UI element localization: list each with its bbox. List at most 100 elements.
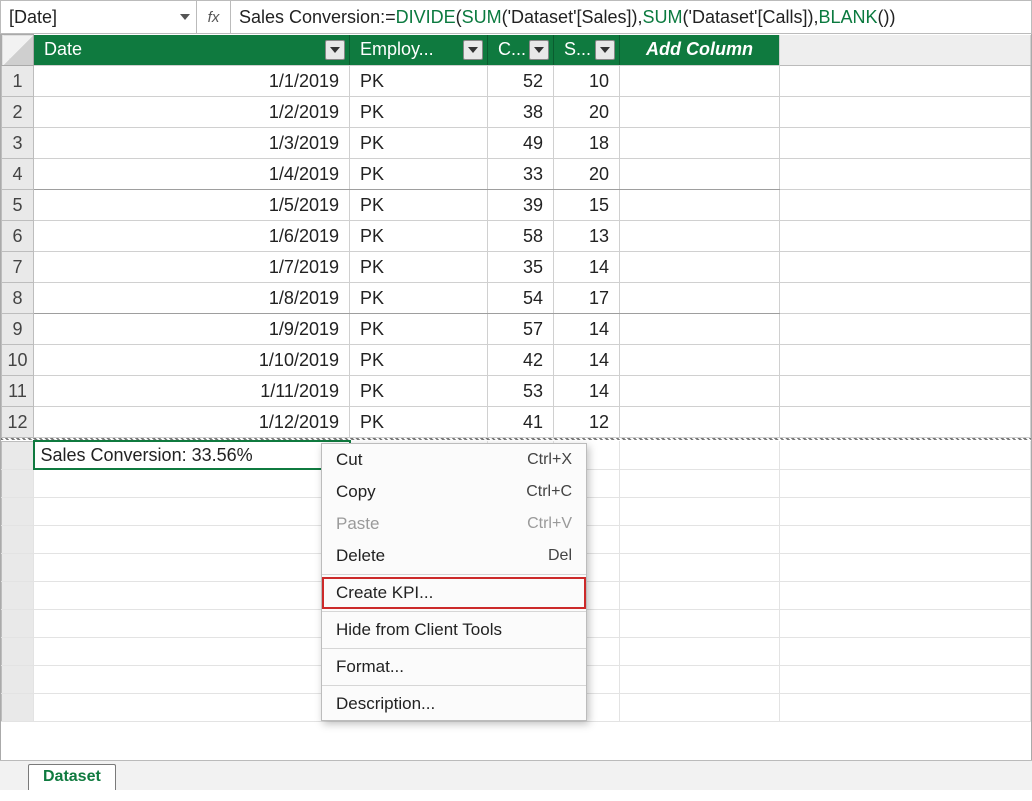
cell-s[interactable]: 12 xyxy=(554,407,620,438)
measure-cell-selected[interactable]: Sales Conversion: 33.56% xyxy=(34,441,350,469)
row-header[interactable]: 1 xyxy=(2,66,34,97)
cell-s[interactable]: 14 xyxy=(554,314,620,345)
menu-item-format[interactable]: Format... xyxy=(322,651,586,683)
cell-date[interactable]: 1/6/2019 xyxy=(34,221,350,252)
cell-s[interactable]: 14 xyxy=(554,252,620,283)
cell-c[interactable]: 58 xyxy=(488,221,554,252)
cell-s[interactable]: 13 xyxy=(554,221,620,252)
menu-item-hide-from-client-tools[interactable]: Hide from Client Tools xyxy=(322,614,586,646)
cell-s[interactable]: 20 xyxy=(554,159,620,190)
cell-add[interactable] xyxy=(620,221,780,252)
menu-item-description[interactable]: Description... xyxy=(322,688,586,720)
cell-date[interactable]: 1/3/2019 xyxy=(34,128,350,159)
cell-add[interactable] xyxy=(620,190,780,221)
menu-item-delete[interactable]: DeleteDel xyxy=(322,540,586,572)
cell-date[interactable]: 1/12/2019 xyxy=(34,407,350,438)
cell-add[interactable] xyxy=(620,345,780,376)
row-header[interactable]: 5 xyxy=(2,190,34,221)
cell-s[interactable]: 14 xyxy=(554,345,620,376)
cell-employ[interactable]: PK xyxy=(350,252,488,283)
cell-add[interactable] xyxy=(620,128,780,159)
cell-c[interactable]: 54 xyxy=(488,283,554,314)
filter-icon[interactable] xyxy=(463,40,483,60)
cell-date[interactable]: 1/9/2019 xyxy=(34,314,350,345)
menu-item-copy[interactable]: CopyCtrl+C xyxy=(322,476,586,508)
cell-s[interactable]: 18 xyxy=(554,128,620,159)
column-header-date[interactable]: Date xyxy=(34,35,350,66)
cell-employ[interactable]: PK xyxy=(350,407,488,438)
row-header[interactable]: 6 xyxy=(2,221,34,252)
formula-input[interactable]: Sales Conversion:=DIVIDE(SUM('Dataset'[S… xyxy=(231,1,1031,33)
sheet-tab-bar: Dataset xyxy=(0,760,1032,790)
cell-date[interactable]: 1/2/2019 xyxy=(34,97,350,128)
cell-date[interactable]: 1/1/2019 xyxy=(34,66,350,97)
cell-date[interactable]: 1/8/2019 xyxy=(34,283,350,314)
column-header-s[interactable]: S... xyxy=(554,35,620,66)
cell-c[interactable]: 33 xyxy=(488,159,554,190)
cell-date[interactable]: 1/5/2019 xyxy=(34,190,350,221)
menu-item-cut[interactable]: CutCtrl+X xyxy=(322,444,586,476)
cell-employ[interactable]: PK xyxy=(350,283,488,314)
cell-c[interactable]: 57 xyxy=(488,314,554,345)
name-box-dropdown-icon[interactable] xyxy=(178,10,192,24)
cell-c[interactable]: 38 xyxy=(488,97,554,128)
cell-employ[interactable]: PK xyxy=(350,128,488,159)
column-header-c[interactable]: C... xyxy=(488,35,554,66)
row-header[interactable]: 9 xyxy=(2,314,34,345)
cell-employ[interactable]: PK xyxy=(350,376,488,407)
row-header[interactable]: 12 xyxy=(2,407,34,438)
cell-add[interactable] xyxy=(620,376,780,407)
cell-c[interactable]: 53 xyxy=(488,376,554,407)
cell-add[interactable] xyxy=(620,252,780,283)
filter-icon[interactable] xyxy=(529,40,549,60)
cell-employ[interactable]: PK xyxy=(350,66,488,97)
cell-s[interactable]: 15 xyxy=(554,190,620,221)
row-header[interactable]: 10 xyxy=(2,345,34,376)
cell-employ[interactable]: PK xyxy=(350,190,488,221)
filter-icon[interactable] xyxy=(325,40,345,60)
fx-icon[interactable]: fx xyxy=(197,1,231,33)
sheet-tab-dataset[interactable]: Dataset xyxy=(28,764,116,790)
cell-employ[interactable]: PK xyxy=(350,97,488,128)
cell-add[interactable] xyxy=(620,66,780,97)
cell-s[interactable]: 14 xyxy=(554,376,620,407)
cell-add[interactable] xyxy=(620,283,780,314)
row-header[interactable]: 4 xyxy=(2,159,34,190)
cell-add[interactable] xyxy=(620,159,780,190)
cell-date[interactable]: 1/4/2019 xyxy=(34,159,350,190)
column-header-employ[interactable]: Employ... xyxy=(350,35,488,66)
cell-c[interactable]: 41 xyxy=(488,407,554,438)
row-header[interactable]: 3 xyxy=(2,128,34,159)
table-row: 111/11/2019PK5314 xyxy=(2,376,1031,407)
table-row: 101/10/2019PK4214 xyxy=(2,345,1031,376)
cell-employ[interactable]: PK xyxy=(350,221,488,252)
cell-c[interactable]: 52 xyxy=(488,66,554,97)
menu-item-create-kpi[interactable]: Create KPI... xyxy=(322,577,586,609)
cell-s[interactable]: 10 xyxy=(554,66,620,97)
select-all-corner[interactable] xyxy=(2,35,34,66)
cell-date[interactable]: 1/7/2019 xyxy=(34,252,350,283)
cell-c[interactable]: 35 xyxy=(488,252,554,283)
name-box[interactable]: [Date] xyxy=(1,1,197,33)
cell-employ[interactable]: PK xyxy=(350,345,488,376)
cell-c[interactable]: 39 xyxy=(488,190,554,221)
row-header[interactable]: 8 xyxy=(2,283,34,314)
row-header[interactable]: 11 xyxy=(2,376,34,407)
cell-c[interactable]: 42 xyxy=(488,345,554,376)
cell-s[interactable]: 17 xyxy=(554,283,620,314)
menu-item-shortcut: Del xyxy=(548,547,572,565)
cell-add[interactable] xyxy=(620,97,780,128)
add-column[interactable]: Add Column xyxy=(620,35,780,66)
cell-date[interactable]: 1/10/2019 xyxy=(34,345,350,376)
row-header[interactable]: 7 xyxy=(2,252,34,283)
cell-add[interactable] xyxy=(620,407,780,438)
row-header[interactable]: 2 xyxy=(2,97,34,128)
cell-c[interactable]: 49 xyxy=(488,128,554,159)
cell-employ[interactable]: PK xyxy=(350,314,488,345)
measure-row-header[interactable] xyxy=(2,441,34,469)
filter-icon[interactable] xyxy=(595,40,615,60)
cell-s[interactable]: 20 xyxy=(554,97,620,128)
cell-employ[interactable]: PK xyxy=(350,159,488,190)
cell-date[interactable]: 1/11/2019 xyxy=(34,376,350,407)
cell-add[interactable] xyxy=(620,314,780,345)
